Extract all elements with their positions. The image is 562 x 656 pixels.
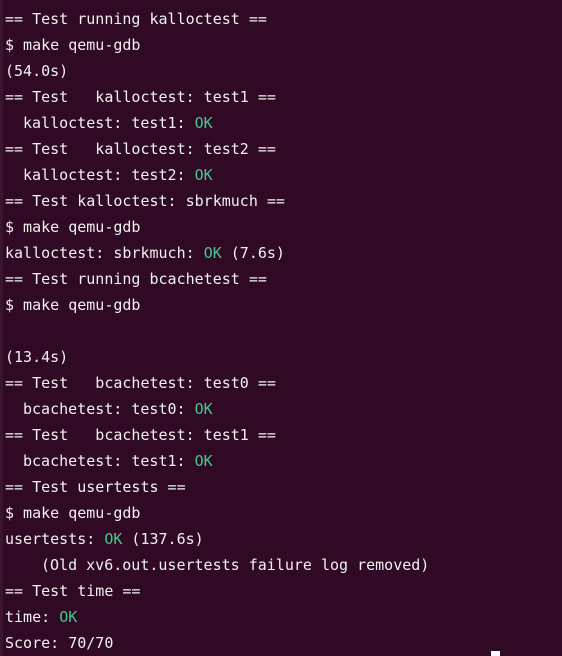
terminal-output[interactable]: == Test running kalloctest == $ make qem… [0,0,562,656]
terminal-line: == Test running bcachetest == [5,266,562,292]
line-text: == Test usertests == [5,478,186,496]
line-text: kalloctest: sbrkmuch: [5,244,204,262]
terminal-line: == Test kalloctest: test1 == [5,84,562,110]
terminal-line: $ make qemu-gdb [5,32,562,58]
line-text: (13.4s) [5,348,69,366]
ok-status: OK [203,244,222,262]
line-text: $ make qemu-gdb [5,296,141,314]
line-text: usertests: [5,530,105,548]
terminal-line: time: OK [5,604,562,630]
ok-status: OK [194,114,213,132]
line-text: (54.0s) [5,62,69,80]
terminal-line: $ make qemu-gdb [5,214,562,240]
line-text: kalloctest: test2: [23,166,195,184]
terminal-line: == Test bcachetest: test0 == [5,370,562,396]
terminal-line: bcachetest: test1: OK [5,448,562,474]
terminal-line: kalloctest: test2: OK [5,162,562,188]
terminal-cursor [491,651,500,656]
ok-status: OK [194,400,213,418]
terminal-line: $ make qemu-gdb [5,292,562,318]
terminal-line: bcachetest: test0: OK [5,396,562,422]
line-text: time: [5,608,60,626]
line-text: $ make qemu-gdb [5,36,141,54]
ok-status: OK [104,530,123,548]
terminal-line: == Test kalloctest: sbrkmuch == [5,188,562,214]
line-text: bcachetest: test1: [23,452,195,470]
line-text: (7.6s) [221,244,285,262]
terminal-line: $ make qemu-gdb [5,500,562,526]
line-text: == Test kalloctest: test1 == [5,88,276,106]
line-text: == Test bcachetest: test1 == [5,426,276,444]
line-text: == Test time == [5,582,141,600]
ok-status: OK [194,452,213,470]
terminal-line: == Test running kalloctest == [5,6,562,32]
line-text: (137.6s) [122,530,204,548]
terminal-line: (Old xv6.out.usertests failure log remov… [5,552,562,578]
terminal-line: Score: 70/70 [5,630,562,656]
ok-status: OK [194,166,213,184]
line-text: == Test kalloctest: test2 == [5,140,276,158]
scrollbar[interactable] [0,0,3,656]
line-text: == Test running kalloctest == [5,10,267,28]
terminal-line: usertests: OK (137.6s) [5,526,562,552]
line-text: Score: 70/70 [5,634,114,652]
terminal-line: kalloctest: test1: OK [5,110,562,136]
terminal-line: == Test time == [5,578,562,604]
terminal-line: (54.0s) [5,58,562,84]
terminal-line: == Test usertests == [5,474,562,500]
ok-status: OK [59,608,78,626]
terminal-line: == Test kalloctest: test2 == [5,136,562,162]
line-text: $ make qemu-gdb [5,218,141,236]
line-text: bcachetest: test0: [23,400,195,418]
line-text: == Test bcachetest: test0 == [5,374,276,392]
terminal-line: (13.4s) [5,344,562,370]
line-text: $ make qemu-gdb [5,504,141,522]
terminal-line: kalloctest: sbrkmuch: OK (7.6s) [5,240,562,266]
line-text: == Test running bcachetest == [5,270,267,288]
line-text: kalloctest: test1: [23,114,195,132]
line-text: (Old xv6.out.usertests failure log remov… [41,556,430,574]
line-text: == Test kalloctest: sbrkmuch == [5,192,285,210]
terminal-line: == Test bcachetest: test1 == [5,422,562,448]
